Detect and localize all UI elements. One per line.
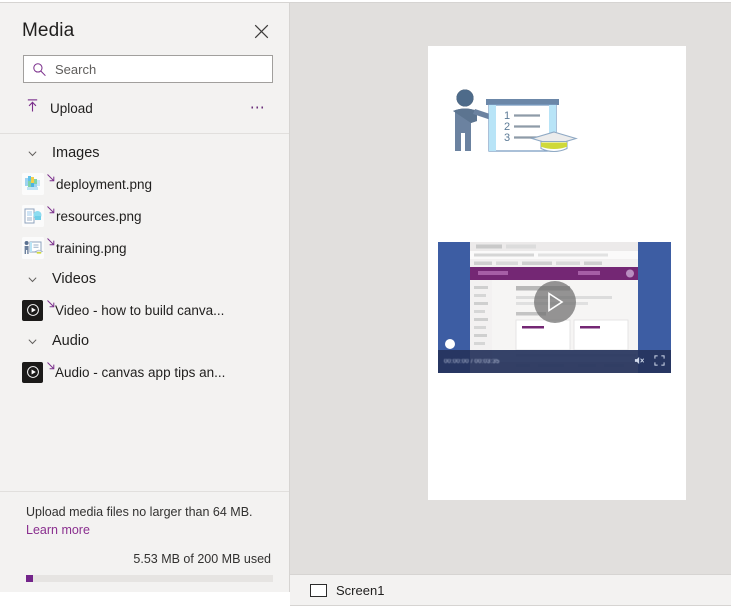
chevron-down-icon bbox=[26, 147, 38, 159]
search-icon bbox=[32, 62, 47, 77]
screen-icon bbox=[310, 584, 327, 597]
image-thumbnail-resources bbox=[22, 205, 44, 227]
image-thumbnail-deployment bbox=[22, 173, 44, 195]
search-input[interactable] bbox=[53, 55, 266, 83]
group-label: Images bbox=[52, 145, 100, 161]
video-controls-bar[interactable]: 00:00:00 / 00:03:35 bbox=[438, 350, 671, 373]
upload-label: Upload bbox=[50, 101, 93, 116]
media-panel: Media bbox=[0, 2, 290, 592]
storage-usage-fill bbox=[26, 575, 33, 582]
media-item-name: Video - how to build canva... bbox=[55, 303, 224, 318]
storage-footer: Upload media files no larger than 64 MB.… bbox=[0, 491, 289, 592]
media-item-resources[interactable]: resources.png bbox=[0, 200, 289, 232]
audio-play-icon bbox=[22, 362, 43, 383]
storage-usage-text: 5.53 MB of 200 MB used bbox=[26, 552, 273, 566]
media-item-video[interactable]: Video - how to build canva... bbox=[0, 294, 289, 326]
used-in-app-icon bbox=[46, 234, 56, 244]
media-item-deployment[interactable]: deployment.png bbox=[0, 168, 289, 200]
training-illustration[interactable]: 1 2 3 bbox=[442, 83, 590, 171]
app-screen-canvas[interactable]: 1 2 3 bbox=[428, 46, 686, 500]
group-label: Audio bbox=[52, 333, 89, 349]
more-options-button[interactable]: ⋯ bbox=[245, 96, 271, 120]
mute-icon[interactable] bbox=[634, 353, 645, 371]
canvas-area: 1 2 3 bbox=[290, 2, 731, 606]
chevron-down-icon bbox=[26, 335, 38, 347]
svg-text:3: 3 bbox=[504, 132, 510, 144]
play-button-overlay[interactable] bbox=[534, 281, 576, 323]
upload-row: Upload ⋯ bbox=[23, 91, 275, 125]
group-header-videos[interactable]: Videos bbox=[0, 264, 289, 294]
close-icon bbox=[254, 24, 269, 39]
upload-limit-note: Upload media files no larger than 64 MB. bbox=[26, 504, 273, 521]
screen-tab-bar: Screen1 bbox=[290, 574, 731, 606]
group-header-images[interactable]: Images bbox=[0, 138, 289, 168]
group-label: Videos bbox=[52, 271, 96, 287]
search-box[interactable] bbox=[23, 55, 273, 83]
media-item-audio[interactable]: Audio - canvas app tips an... bbox=[0, 356, 289, 388]
video-time-text: 00:00:00 / 00:03:35 bbox=[444, 359, 500, 365]
learn-more-link[interactable]: Learn more bbox=[26, 523, 90, 537]
search-container bbox=[0, 51, 289, 83]
media-item-name: training.png bbox=[56, 241, 127, 256]
video-scrubber-handle[interactable] bbox=[445, 339, 455, 349]
power-apps-media-window: Media bbox=[0, 0, 731, 606]
media-file-list[interactable]: Images bbox=[0, 134, 289, 491]
upload-icon bbox=[25, 98, 40, 118]
screen-tab-label: Screen1 bbox=[336, 583, 384, 598]
video-play-icon bbox=[22, 300, 43, 321]
media-item-name: deployment.png bbox=[56, 177, 152, 192]
close-button[interactable] bbox=[247, 17, 275, 45]
upload-button[interactable]: Upload bbox=[23, 94, 99, 122]
media-item-training[interactable]: training.png bbox=[0, 232, 289, 264]
fullscreen-icon[interactable] bbox=[654, 353, 665, 371]
panel-title: Media bbox=[22, 20, 74, 42]
image-thumbnail-training bbox=[22, 237, 44, 259]
group-header-audio[interactable]: Audio bbox=[0, 326, 289, 356]
media-item-name: Audio - canvas app tips an... bbox=[55, 365, 225, 380]
used-in-app-icon bbox=[46, 170, 56, 180]
video-control-icons bbox=[634, 353, 665, 371]
screen-tab-screen1[interactable]: Screen1 bbox=[304, 580, 390, 601]
used-in-app-icon bbox=[46, 202, 56, 212]
play-icon bbox=[545, 291, 565, 313]
storage-usage-bar bbox=[26, 575, 273, 582]
media-panel-header: Media bbox=[0, 3, 289, 51]
media-item-name: resources.png bbox=[56, 209, 142, 224]
video-player-control[interactable]: 00:00:00 / 00:03:35 bbox=[438, 242, 671, 373]
canvas-scroll-region[interactable]: 1 2 3 bbox=[290, 3, 731, 574]
chevron-down-icon bbox=[26, 273, 38, 285]
